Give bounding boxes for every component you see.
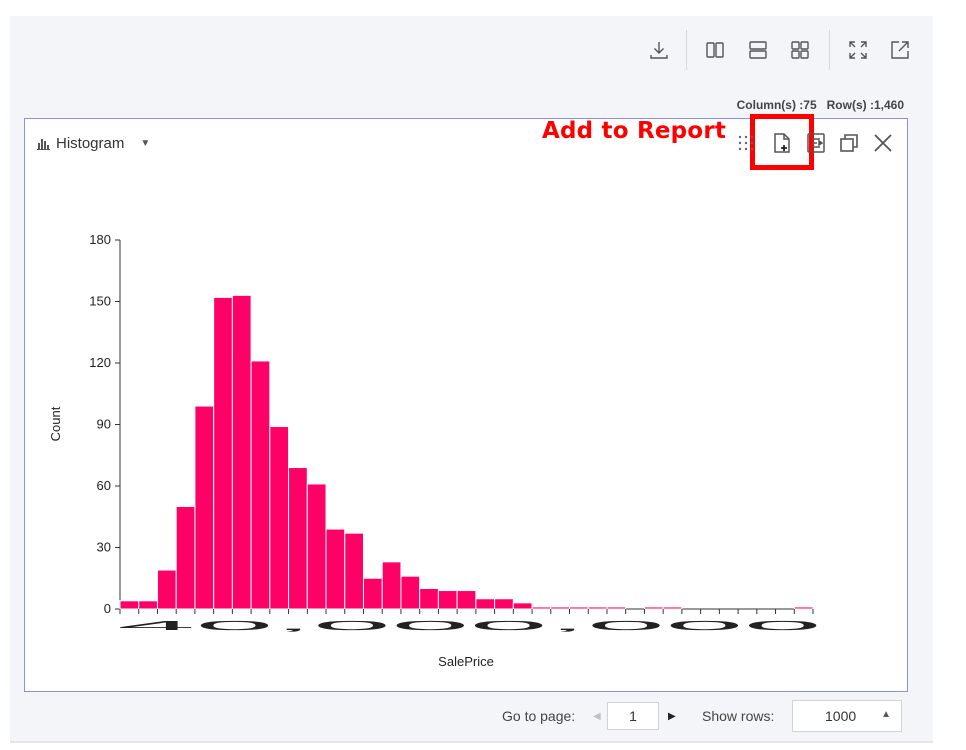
toolbar-divider [686, 30, 687, 70]
prev-page-icon[interactable]: ◀ [593, 700, 601, 732]
y-tick-label: 60 [97, 478, 111, 493]
y-tick-label: 120 [89, 355, 111, 370]
page-number-input[interactable]: 1 [607, 702, 659, 730]
rows-per-page-select[interactable]: 1000 ▲ [792, 700, 902, 732]
histogram-bar [175, 506, 196, 610]
histogram-chart: 0 30 60 90 120 150 180 40,000,000 SalePrice Count [48, 232, 822, 669]
rows-per-page-value: 1000 [825, 708, 857, 724]
histogram-bar [606, 606, 627, 610]
histogram-bar [512, 602, 533, 610]
histogram-bar [269, 426, 290, 610]
histogram-bar [400, 575, 421, 610]
histogram-bar [325, 528, 346, 610]
histogram-bar [306, 483, 327, 610]
goto-page-label: Go to page: [502, 708, 576, 724]
histogram-bar [662, 606, 683, 610]
histogram-bar [381, 561, 402, 610]
histogram-bar [231, 294, 252, 610]
histogram-bar [138, 600, 158, 610]
histogram-bar [531, 606, 552, 610]
histogram-bar [213, 296, 233, 610]
grid-layout-icon[interactable] [788, 38, 812, 62]
histogram-bar [250, 360, 271, 610]
histogram-bar [456, 590, 477, 610]
histogram-bar [419, 588, 439, 610]
dataset-summary: Column(s) :75 Row(s) :1,460 [720, 84, 904, 112]
caret-up-icon: ▲ [881, 709, 891, 720]
y-axis-title: Count [48, 406, 63, 441]
y-tick-label: 180 [89, 232, 111, 247]
histogram-bar [475, 598, 496, 610]
histogram-bar [437, 590, 458, 610]
y-tick-label: 30 [97, 540, 111, 555]
histogram-bar [362, 577, 383, 610]
next-page-icon[interactable]: ▶ [668, 700, 676, 732]
y-tick-label: 150 [89, 294, 111, 309]
histogram-bar [793, 606, 814, 610]
y-tick-label: 0 [104, 601, 111, 616]
download-icon[interactable] [647, 38, 671, 62]
rows-layout-icon[interactable] [746, 38, 770, 62]
histogram-bar [344, 532, 364, 610]
histogram-bar [587, 606, 608, 610]
footer-divider [10, 741, 933, 743]
columns-layout-icon[interactable] [703, 38, 727, 62]
row-count: Row(s) :1,460 [826, 98, 904, 112]
y-tick-label: 90 [97, 417, 111, 432]
x-axis-title: SalePrice [438, 654, 494, 669]
histogram-bar [119, 600, 140, 610]
histogram-bar [494, 598, 514, 610]
show-rows-label: Show rows: [702, 708, 775, 724]
histogram-bar [569, 606, 589, 610]
open-external-icon[interactable] [888, 38, 912, 62]
toolbar-divider [829, 30, 830, 70]
histogram-bar [288, 467, 308, 610]
histogram-bar [156, 569, 177, 610]
histogram-bar [643, 606, 664, 610]
histogram-bar [550, 606, 571, 610]
x-tick-labels: 40,000,000 [117, 618, 822, 633]
fullscreen-icon[interactable] [846, 38, 870, 62]
column-count: Column(s) :75 [736, 98, 817, 112]
histogram-bar [194, 405, 215, 610]
